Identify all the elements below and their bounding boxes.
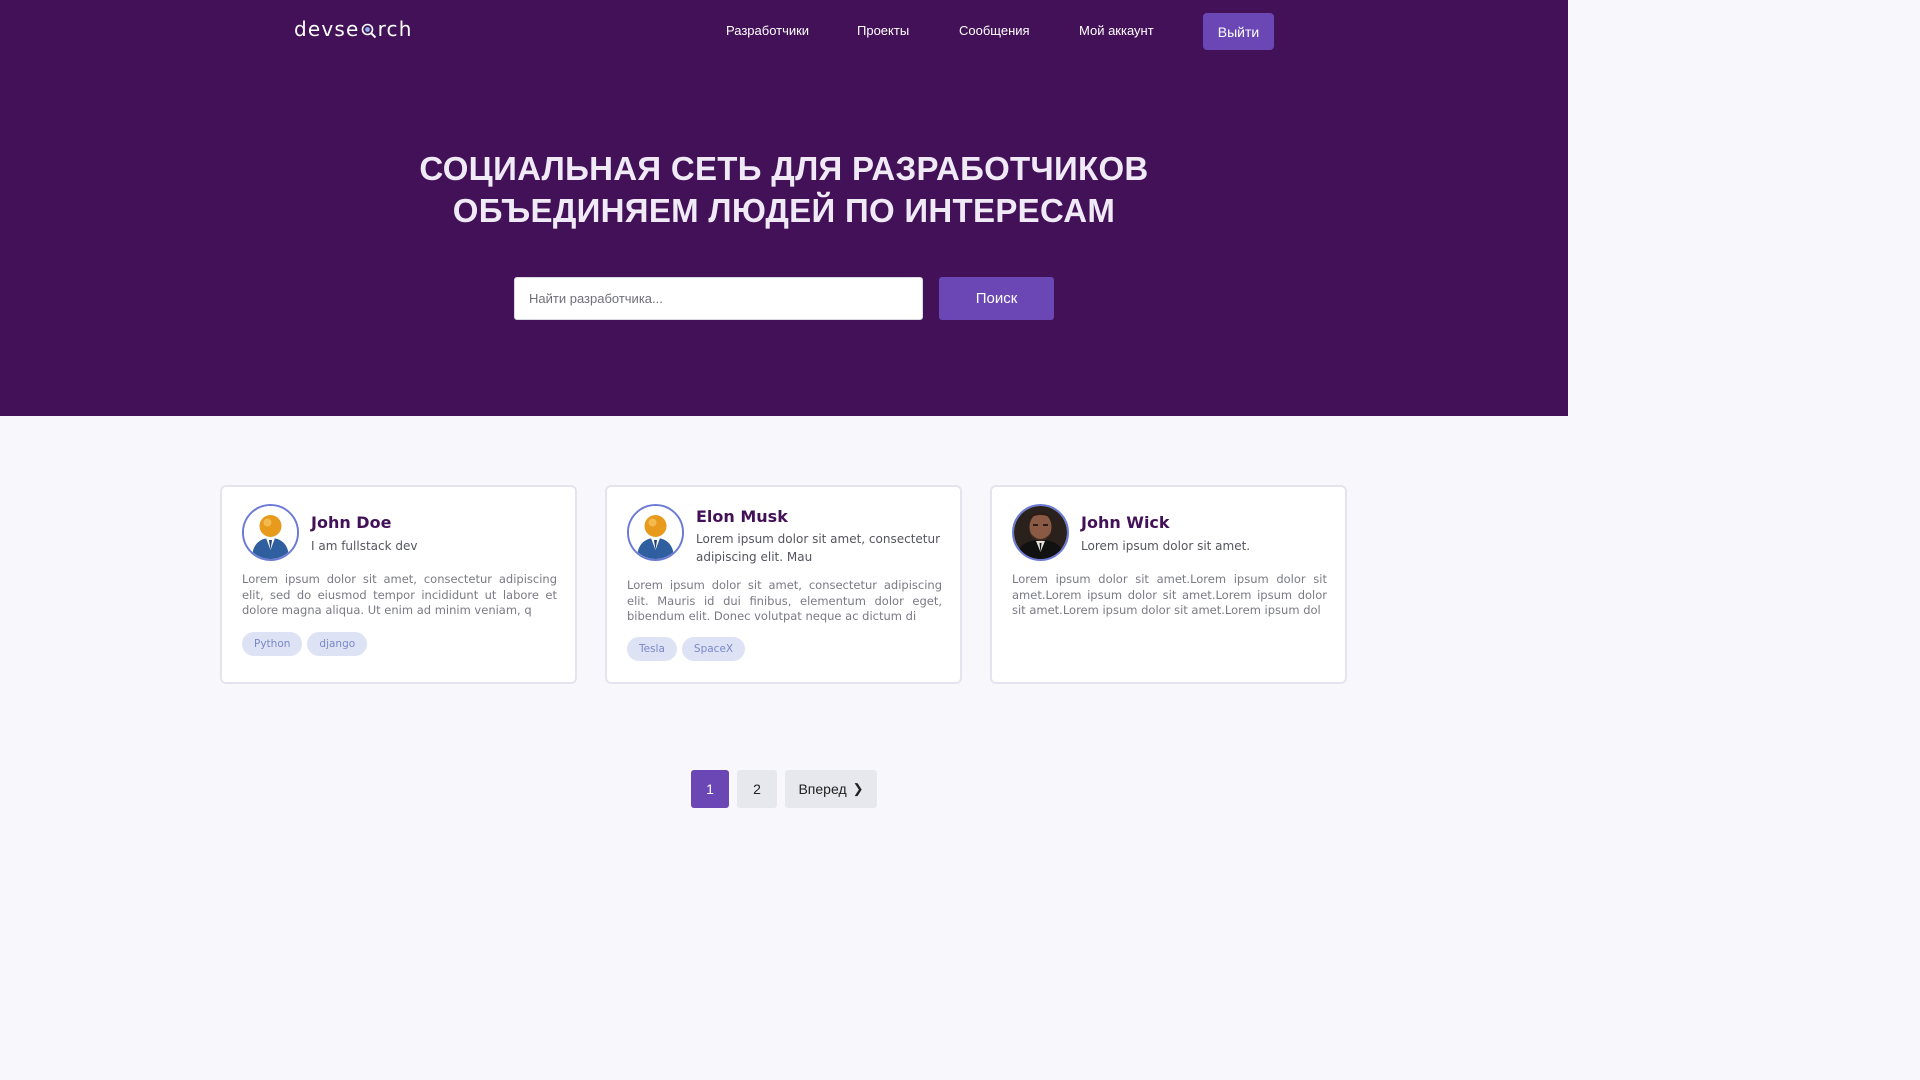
logo-text-end: rch xyxy=(377,17,413,41)
user-avatar-icon xyxy=(629,506,682,559)
developer-short-intro: Lorem ipsum dolor sit amet. xyxy=(1081,539,1251,553)
nav-developers[interactable]: Разработчики xyxy=(726,22,809,40)
hero-section: devse rch Разработчики Проекты Сообщения… xyxy=(0,0,1568,416)
skill-tags: Python django xyxy=(242,632,368,656)
developer-name: Elon Musk xyxy=(696,507,788,526)
developer-card[interactable]: Elon Musk Lorem ipsum dolor sit amet, co… xyxy=(605,485,962,684)
search-icon xyxy=(361,23,377,39)
developer-bio: Lorem ipsum dolor sit amet, consectetur … xyxy=(242,572,557,617)
avatar xyxy=(627,504,684,561)
logo-text-start: devse xyxy=(294,17,360,41)
avatar xyxy=(242,504,299,561)
avatar xyxy=(1012,504,1069,561)
developer-name: John Doe xyxy=(311,513,392,532)
nav-my-account[interactable]: Мой аккаунт xyxy=(1079,22,1154,40)
hero-subtitle: ОБЪЕДИНЯЕМ ЛЮДЕЙ ПО ИНТЕРЕСАМ xyxy=(452,192,1116,229)
hero-title-bold: РАЗРАБОТЧИКОВ xyxy=(852,150,1149,187)
developer-card[interactable]: John Doe I am fullstack dev Lorem ipsum … xyxy=(220,485,577,684)
nav-projects[interactable]: Проекты xyxy=(857,22,909,40)
logo[interactable]: devse rch xyxy=(294,16,413,42)
developer-search-input[interactable] xyxy=(514,277,923,320)
developer-short-intro: Lorem ipsum dolor sit amet, consectetur … xyxy=(696,532,941,564)
logout-button[interactable]: Выйти xyxy=(1203,13,1274,50)
search-button[interactable]: Поиск xyxy=(939,277,1054,320)
developer-bio: Lorem ipsum dolor sit amet, consectetur … xyxy=(627,578,942,623)
hero-title-regular: СОЦИАЛЬНАЯ СЕТЬ ДЛЯ xyxy=(419,150,853,187)
skill-tag[interactable]: Python xyxy=(242,632,303,656)
page-button[interactable]: 2 xyxy=(737,770,777,808)
skill-tag[interactable]: Tesla xyxy=(627,637,677,661)
developer-bio: Lorem ipsum dolor sit amet.Lorem ipsum d… xyxy=(1012,572,1327,617)
nav-messages[interactable]: Сообщения xyxy=(959,22,1030,40)
next-page-label: Вперед xyxy=(798,781,847,797)
chevron-right-icon: ❯ xyxy=(852,781,864,796)
user-avatar-icon xyxy=(244,506,297,559)
next-page-button[interactable]: Вперед ❯ xyxy=(785,770,877,808)
page-button-current[interactable]: 1 xyxy=(691,770,729,808)
hero-title: СОЦИАЛЬНАЯ СЕТЬ ДЛЯ РАЗРАБОТЧИКОВ xyxy=(0,149,1568,189)
skill-tag[interactable]: SpaceX xyxy=(681,637,746,661)
developer-short-intro: I am fullstack dev xyxy=(311,539,418,553)
photo-avatar-icon xyxy=(1014,506,1067,559)
skill-tag[interactable]: django xyxy=(307,632,368,656)
developer-name: John Wick xyxy=(1081,513,1170,532)
developer-card[interactable]: John Wick Lorem ipsum dolor sit amet. Lo… xyxy=(990,485,1347,684)
skill-tags: Tesla SpaceX xyxy=(627,637,746,661)
